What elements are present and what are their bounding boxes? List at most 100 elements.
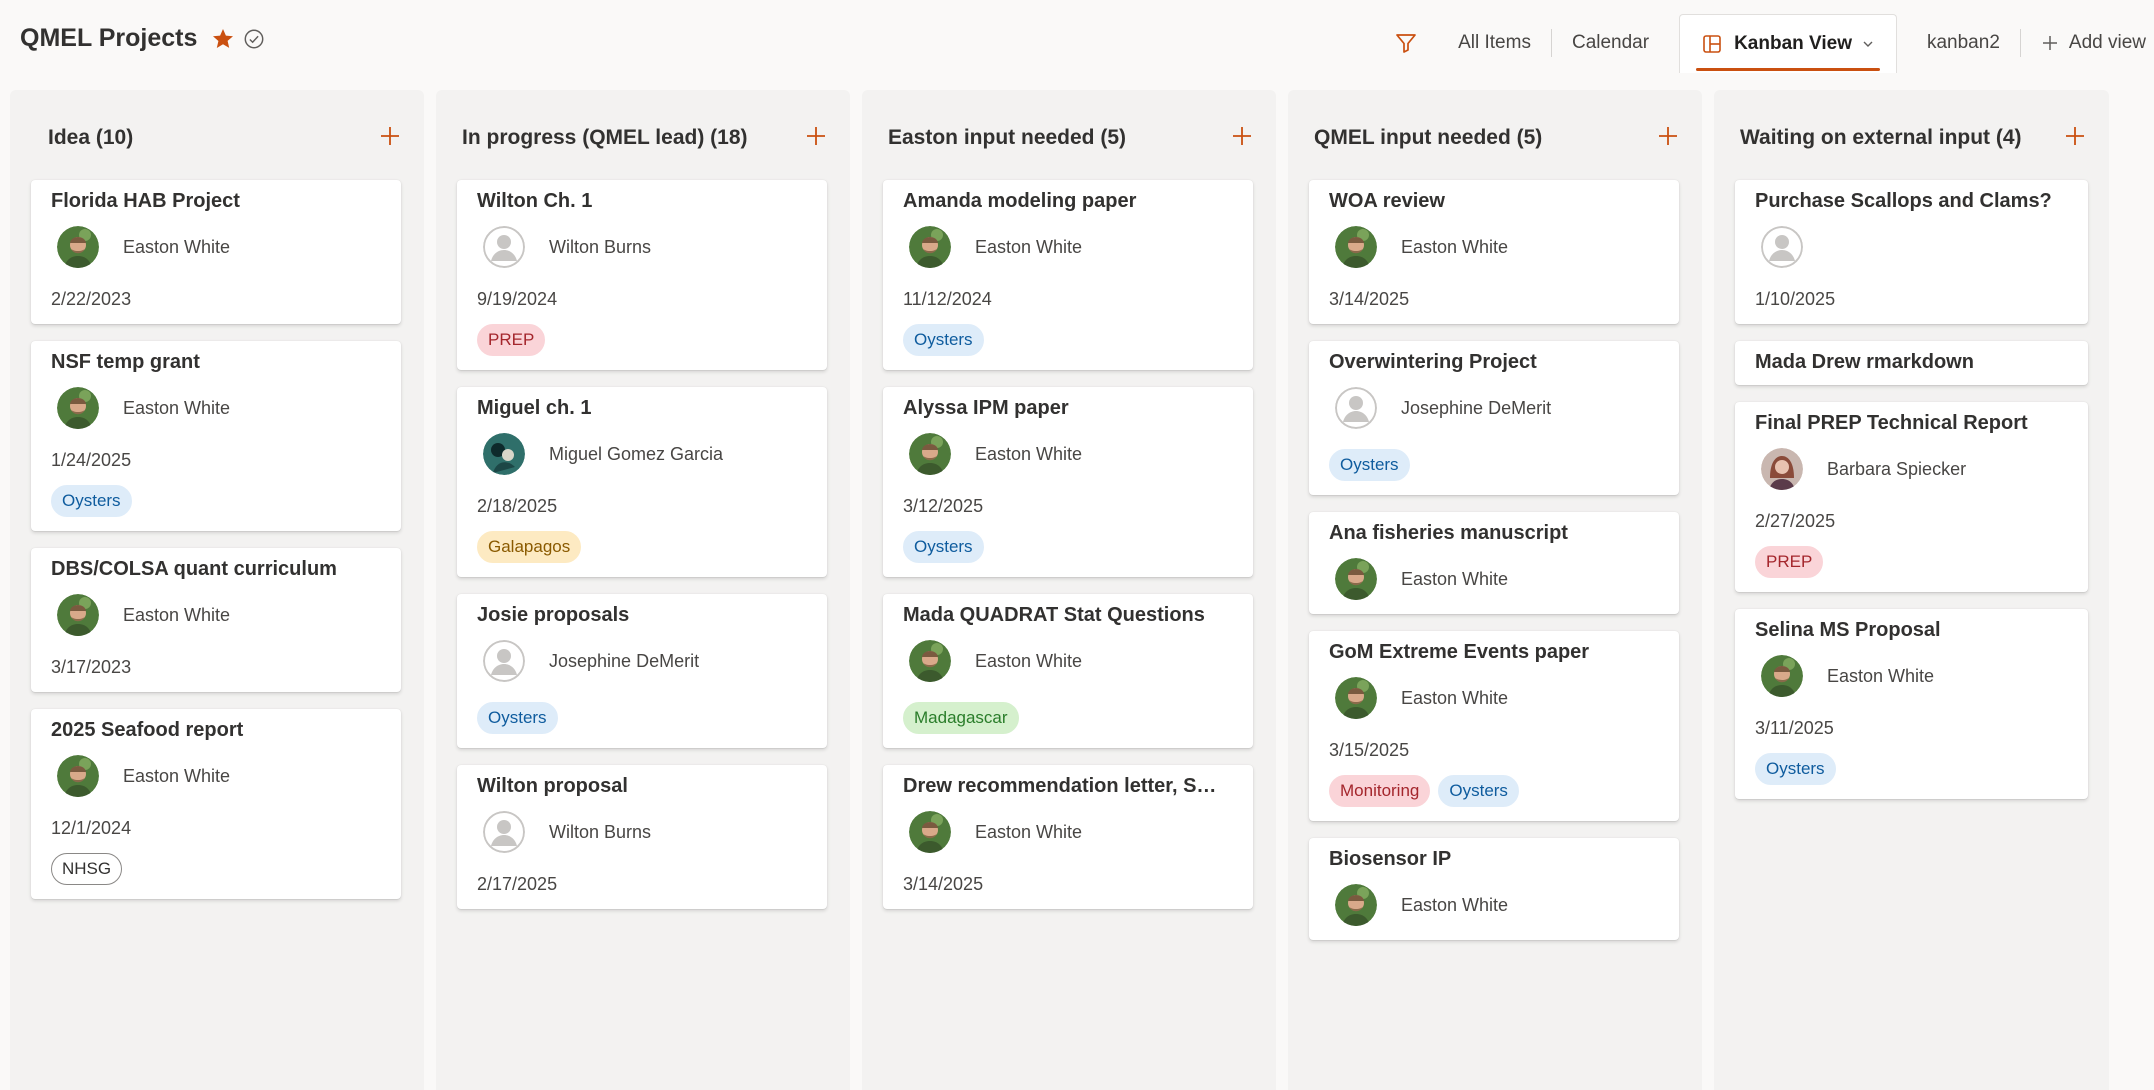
tab-calendar-label: Calendar [1571,32,1650,53]
card-date: 3/14/2025 [903,874,984,894]
avatar [909,811,951,853]
assignee-name: Easton White [1827,665,1935,686]
card-tags: Madagascar [903,702,1233,734]
kanban-card[interactable]: WOA review Easton White 3/14/2025 [1309,180,1679,324]
add-card-plus-icon[interactable] [1656,124,1680,148]
card-title: Biosensor IP [1329,848,1452,870]
kanban-card[interactable]: NSF temp grant Easton White 1/24/2025 Oyste… [31,341,401,531]
card-assignee: Easton White [1329,558,1659,600]
tab-calendar[interactable]: Calendar [1552,14,1669,72]
card-date: 2/22/2023 [51,289,132,309]
avatar [57,387,99,429]
card-tags: Oysters [1755,753,2068,785]
tag-badge: Galapagos [477,531,582,563]
add-card-plus-icon[interactable] [378,124,402,148]
kanban-column: In progress (QMEL lead) (18) Wilton Ch. 1… [436,90,850,1090]
column-title: Easton input needed (5) [888,126,1127,149]
assignee-name: Easton White [975,650,1083,671]
kanban-card[interactable]: Mada QUADRAT Stat Questions Easton White M… [883,594,1253,748]
check-circle-icon[interactable] [243,28,265,50]
column-header: In progress (QMEL lead) (18) [436,90,850,180]
kanban-card[interactable]: Wilton proposal Wilton Burns 2/17/2025 [457,765,827,909]
card-tags: Oysters [903,531,1233,563]
avatar [57,755,99,797]
card-tags: Oysters [51,485,381,517]
page-title: QMEL Projects [20,24,198,52]
tab-all-items[interactable]: All Items [1438,14,1551,72]
kanban-card[interactable]: 2025 Seafood report Easton White 12/1/2024… [31,709,401,899]
kanban-card[interactable]: Mada Drew rmarkdown [1735,341,2088,385]
card-assignee: Easton White [51,226,381,268]
card-title: Alyssa IPM paper [903,397,1069,419]
avatar [909,640,951,682]
avatar [57,226,99,268]
card-date: 1/24/2025 [51,450,132,470]
kanban-card[interactable]: Final PREP Technical Report Barbara Spiec… [1735,402,2088,592]
kanban-card[interactable]: Amanda modeling paper Easton White 11/12/2… [883,180,1253,370]
kanban-card[interactable]: Josie proposals Josephine DeMerit Oysters [457,594,827,748]
card-title: Florida HAB Project [51,190,240,212]
add-view-button[interactable]: Add view [2021,14,2154,72]
kanban-card[interactable]: Alyssa IPM paper Easton White 3/12/2025 Oys… [883,387,1253,577]
add-card-plus-icon[interactable] [1230,124,1254,148]
assignee-name: Easton White [1401,236,1509,257]
tab-all-items-label: All Items [1458,32,1531,53]
card-assignee [1755,226,2068,268]
kanban-card[interactable]: Overwintering Project Josephine DeMerit Oy… [1309,341,1679,495]
assignee-name: Easton White [123,236,231,257]
assignee-name: Easton White [1401,568,1509,589]
avatar [1761,448,1803,490]
card-tags: Oysters [1329,449,1659,481]
card-title: Mada Drew rmarkdown [1755,351,1974,373]
star-icon[interactable] [211,27,235,51]
card-assignee: Easton White [903,640,1233,682]
tab-kanban2[interactable]: kanban2 [1907,14,2020,72]
kanban-column: QMEL input needed (5) WOA review Easton Wh… [1288,90,1702,1090]
kanban-card[interactable]: Purchase Scallops and Clams? 1/10/2025 [1735,180,2088,324]
card-title: WOA review [1329,190,1445,212]
card-date: 12/1/2024 [51,818,132,838]
kanban-card[interactable]: Florida HAB Project Easton White 2/22/2023 [31,180,401,324]
assignee-name: Josephine DeMerit [1401,397,1552,418]
kanban-card[interactable]: Selina MS Proposal Easton White 3/11/2025 O… [1735,609,2088,799]
card-date: 2/18/2025 [477,496,558,516]
card-assignee: Easton White [1329,677,1659,719]
chevron-down-icon[interactable] [1862,38,1874,50]
filter-button[interactable] [1386,23,1426,63]
column-title: QMEL input needed (5) [1314,126,1543,149]
avatar [1335,558,1377,600]
filter-icon [1396,34,1416,53]
kanban-card[interactable]: Biosensor IP Easton White [1309,838,1679,940]
assignee-name: Easton White [975,443,1083,464]
kanban-card[interactable]: Drew recommendation letter, SMS... Easton… [883,765,1253,909]
assignee-name: Josephine DeMerit [549,650,700,671]
card-assignee: Easton White [903,226,1233,268]
kanban-column: Waiting on external input (4) Purchase Sc… [1714,90,2109,1090]
tag-badge: Oysters [51,485,132,517]
card-tags: NHSG [51,853,381,885]
kanban-card[interactable]: Ana fisheries manuscript Easton White [1309,512,1679,614]
kanban-card[interactable]: DBS/COLSA quant curriculum Easton White 3/… [31,548,401,692]
column-title: Idea (10) [48,126,134,149]
kanban-card[interactable]: Miguel ch. 1 Miguel Gomez Garcia 2/18/2025… [457,387,827,577]
card-date: 2/27/2025 [1755,511,1836,531]
title-area: QMEL Projects [20,24,265,53]
tag-badge: PREP [477,324,546,356]
add-card-plus-icon[interactable] [804,124,828,148]
plus-icon [2042,36,2057,50]
assignee-name: Barbara Spiecker [1827,458,1967,479]
kanban-icon [1703,34,1721,53]
kanban-card[interactable]: Wilton Ch. 1 Wilton Burns 9/19/2024 PREP [457,180,827,370]
tab-kanban-view[interactable]: Kanban View [1679,13,1897,73]
card-title: NSF temp grant [51,351,200,373]
add-card-plus-icon[interactable] [2063,124,2087,148]
card-assignee: Barbara Spiecker [1755,448,2068,490]
tag-badge: Monitoring [1329,775,1431,807]
card-date: 3/17/2023 [51,657,132,677]
kanban-card[interactable]: GoM Extreme Events paper Easton White 3/15… [1309,631,1679,821]
card-tags: Galapagos [477,531,807,563]
add-view-label: Add view [2068,32,2146,53]
card-date: 3/14/2025 [1329,289,1410,309]
avatar [1335,226,1377,268]
card-assignee: Josephine DeMerit [1329,387,1659,429]
